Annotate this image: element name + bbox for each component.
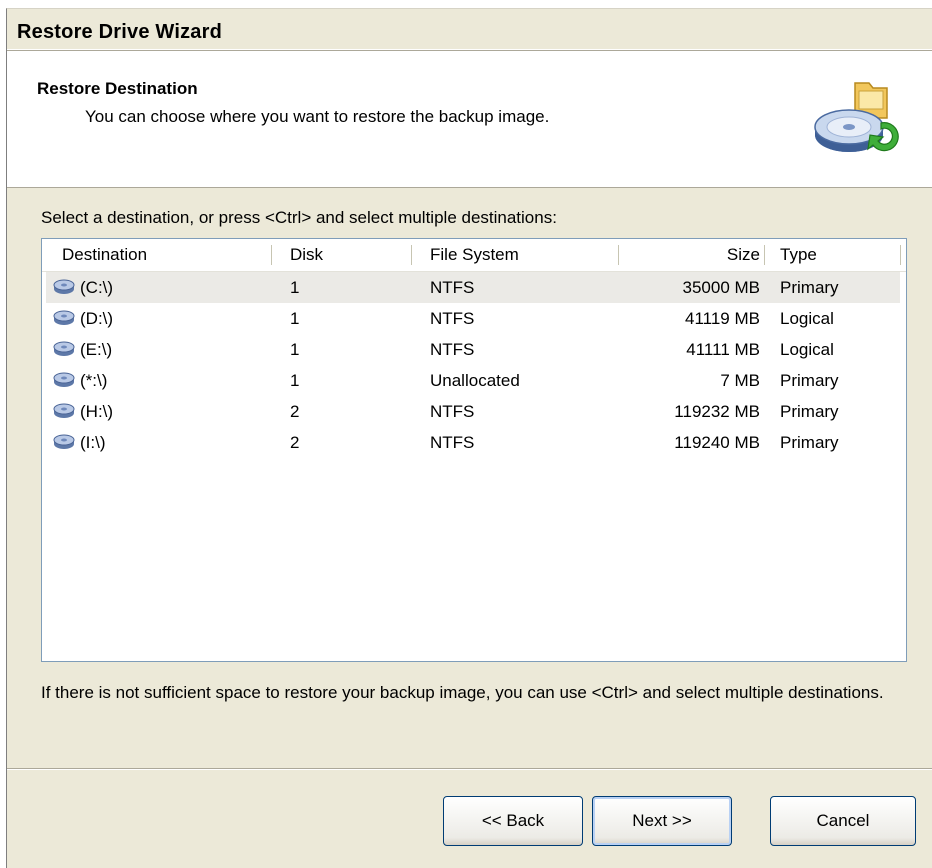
cell-destination: (I:\) — [80, 433, 106, 452]
cell-disk: 2 — [290, 433, 300, 452]
header-panel: Restore Destination You can choose where… — [7, 50, 932, 188]
column-size[interactable]: Size — [642, 239, 760, 271]
list-header: Destination Disk File System Size Type — [42, 239, 906, 272]
cell-size: 41119 MB — [685, 309, 760, 328]
cell-disk: 1 — [290, 278, 300, 297]
cell-size: 119232 MB — [674, 402, 760, 421]
cell-disk: 1 — [290, 340, 300, 359]
table-row[interactable]: (I:\) 2 NTFS 119240 MB Primary — [46, 427, 900, 458]
column-divider[interactable] — [764, 245, 765, 265]
cell-disk: 1 — [290, 371, 300, 390]
cell-destination: (D:\) — [80, 309, 114, 328]
cancel-button[interactable]: Cancel — [770, 796, 916, 846]
column-divider[interactable] — [900, 245, 901, 265]
next-button[interactable]: Next >> — [592, 796, 732, 846]
button-divider — [7, 768, 932, 770]
cell-size: 7 MB — [720, 371, 760, 390]
column-file-system[interactable]: File System — [430, 239, 519, 271]
cell-size: 119240 MB — [674, 433, 760, 452]
column-divider[interactable] — [411, 245, 412, 265]
cell-type: Primary — [780, 433, 839, 452]
cell-file-system: NTFS — [430, 433, 475, 452]
column-divider[interactable] — [618, 245, 619, 265]
table-row[interactable]: (*:\) 1 Unallocated 7 MB Primary — [46, 365, 900, 396]
cell-type: Logical — [780, 309, 834, 328]
page-title: Restore Destination — [37, 79, 198, 98]
drive-icon — [52, 402, 76, 420]
column-divider[interactable] — [271, 245, 272, 265]
table-row[interactable]: (H:\) 2 NTFS 119232 MB Primary — [46, 396, 900, 427]
cell-file-system: NTFS — [430, 309, 475, 328]
cell-type: Logical — [780, 340, 834, 359]
cell-disk: 2 — [290, 402, 300, 421]
cell-file-system: Unallocated — [430, 371, 520, 390]
destination-prompt: Select a destination, or press <Ctrl> an… — [41, 208, 557, 227]
cell-type: Primary — [780, 402, 839, 421]
cell-destination: (C:\) — [80, 278, 114, 297]
table-row[interactable]: (C:\) 1 NTFS 35000 MB Primary — [46, 272, 900, 303]
table-row[interactable]: (E:\) 1 NTFS 41111 MB Logical — [46, 334, 900, 365]
cell-size: 41111 MB — [686, 340, 760, 359]
drive-restore-icon — [814, 82, 899, 152]
column-type[interactable]: Type — [780, 239, 817, 271]
cell-size: 35000 MB — [682, 278, 761, 297]
back-button[interactable]: << Back — [443, 796, 583, 846]
cell-destination: (H:\) — [80, 402, 114, 421]
column-disk[interactable]: Disk — [290, 239, 323, 271]
table-row[interactable]: (D:\) 1 NTFS 41119 MB Logical — [46, 303, 900, 334]
cell-file-system: NTFS — [430, 278, 475, 297]
cell-file-system: NTFS — [430, 340, 475, 359]
drive-icon — [52, 433, 76, 451]
cell-type: Primary — [780, 371, 839, 390]
cell-destination: (E:\) — [80, 340, 113, 359]
drive-icon — [52, 309, 76, 327]
column-destination[interactable]: Destination — [62, 239, 147, 271]
destination-list[interactable]: Destination Disk File System Size Type (… — [41, 238, 907, 662]
insufficient-space-note: If there is not sufficient space to rest… — [41, 683, 884, 702]
drive-icon — [52, 371, 76, 389]
page-subtitle: You can choose where you want to restore… — [85, 107, 550, 126]
cell-destination: (*:\) — [80, 371, 108, 390]
window-title: Restore Drive Wizard — [17, 21, 222, 43]
title-bar[interactable]: Restore Drive Wizard — [7, 9, 932, 50]
cell-file-system: NTFS — [430, 402, 475, 421]
wizard-window: Restore Drive Wizard Restore Destination… — [6, 8, 932, 868]
cell-type: Primary — [780, 278, 839, 297]
drive-icon — [52, 340, 76, 358]
drive-icon — [52, 278, 76, 296]
cell-disk: 1 — [290, 309, 300, 328]
